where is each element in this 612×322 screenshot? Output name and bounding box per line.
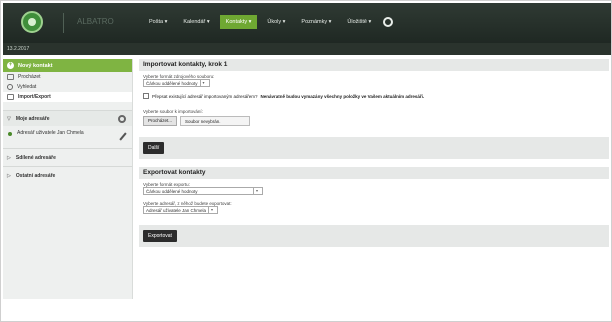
shared-books-header[interactable]: ▷ Sdílené adresáře xyxy=(3,148,132,166)
other-books-title: Ostatní adresáře xyxy=(15,172,56,179)
other-books-header[interactable]: ▷ Ostatní adresáře xyxy=(3,166,132,184)
import-action-bar: Další xyxy=(139,137,609,159)
sidebar-item-label: Procházet xyxy=(18,74,41,80)
main-nav: Pošta ▾ Kalendář ▾ Kontakty ▾ Úkoly ▾ Po… xyxy=(143,15,394,29)
address-book-label: Adresář uživatele Jan Chmela xyxy=(17,130,84,136)
replace-label: Přepsat existující adresář importovaným … xyxy=(152,93,258,99)
nav-contacts[interactable]: Kontakty ▾ xyxy=(219,15,258,29)
collapsed-triangle-icon: ▷ xyxy=(7,154,11,161)
new-contact-label: Nový kontakt xyxy=(18,62,53,69)
import-file-label: Vyberte soubor k importování: xyxy=(143,109,203,114)
app-frame: ALBATRO Pošta ▾ Kalendář ▾ Kontakty ▾ Úk… xyxy=(0,0,612,322)
file-status: Soubor nevybrán. xyxy=(180,116,251,126)
collapsed-triangle-icon: ▷ xyxy=(7,172,11,179)
gear-icon[interactable] xyxy=(383,17,394,27)
new-contact-button[interactable]: + Nový kontakt xyxy=(3,59,132,72)
nav-mail[interactable]: Pošta ▾ xyxy=(143,15,173,29)
import-title: Importovat kontakty, krok 1 xyxy=(139,59,609,71)
session-bar: 13.2.2017 xyxy=(3,43,611,55)
export-format-value: Čárkou oddělené hodnoty xyxy=(146,188,198,194)
sidebar: + Nový kontakt Procházet Vyhledat Import… xyxy=(3,59,133,299)
import-format-label: Vyberte formát zdrojového souboru: xyxy=(143,74,215,79)
export-format-select[interactable]: Čárkou oddělené hodnoty ▾ xyxy=(143,187,263,195)
chevron-down-icon: ▾ xyxy=(208,207,215,213)
my-books-title: Moje adresáře xyxy=(15,115,50,122)
next-button[interactable]: Další xyxy=(143,142,165,154)
nav-storage[interactable]: Úložiště ▾ xyxy=(341,15,377,29)
export-action-bar: Exportovat xyxy=(139,225,609,247)
logo-icon[interactable] xyxy=(21,11,43,33)
chevron-down-icon: ▾ xyxy=(199,80,207,86)
replace-warning: Nenávratně budou vymazány všechny položk… xyxy=(260,93,425,99)
my-books-header[interactable]: ▽ Moje adresáře xyxy=(3,110,132,126)
replace-checkbox[interactable] xyxy=(143,93,149,99)
shared-books-title: Sdílené adresáře xyxy=(15,154,56,161)
main-content: Importovat kontakty, krok 1 Vyberte form… xyxy=(139,59,609,299)
top-bar: ALBATRO Pošta ▾ Kalendář ▾ Kontakty ▾ Úk… xyxy=(3,3,611,43)
sidebar-item-import-export[interactable]: Import/Export xyxy=(3,92,132,102)
import-format-value: Čárkou oddělené hodnoty xyxy=(146,80,198,86)
expand-triangle-icon: ▽ xyxy=(7,115,11,122)
gear-icon[interactable] xyxy=(118,115,126,123)
file-row: Procházet... Soubor nevybrán. xyxy=(143,116,605,126)
nav-notes[interactable]: Poznámky ▾ xyxy=(295,15,337,29)
sidebar-item-browse[interactable]: Procházet xyxy=(3,72,132,82)
brand-name: ALBATRO xyxy=(77,17,114,26)
sidebar-item-label: Import/Export xyxy=(18,94,51,100)
search-icon xyxy=(7,84,13,90)
plus-icon: + xyxy=(7,62,14,69)
export-title: Exportovat kontakty xyxy=(139,167,609,179)
export-book-value: Adresář uživatele Jan Chmela xyxy=(146,207,207,213)
chevron-down-icon: ▾ xyxy=(253,188,260,194)
import-export-icon xyxy=(7,94,14,100)
export-button[interactable]: Exportovat xyxy=(143,230,177,242)
browse-button[interactable]: Procházet... xyxy=(143,116,178,126)
book-dot-icon xyxy=(8,132,12,136)
export-book-select[interactable]: Adresář uživatele Jan Chmela ▾ xyxy=(143,206,219,214)
import-format-select[interactable]: Čárkou oddělené hodnoty ▾ xyxy=(143,79,210,87)
import-panel: Vyberte formát zdrojového souboru: Čárko… xyxy=(139,71,609,137)
nav-calendar[interactable]: Kalendář ▾ xyxy=(177,15,215,29)
sidebar-item-search[interactable]: Vyhledat xyxy=(3,82,132,92)
nav-tasks[interactable]: Úkoly ▾ xyxy=(261,15,291,29)
address-book-item[interactable]: Adresář uživatele Jan Chmela xyxy=(3,126,132,148)
sidebar-item-label: Vyhledat xyxy=(17,84,37,90)
export-panel: Vyberte formát exportu: Čárkou oddělené … xyxy=(139,179,609,225)
logo-divider xyxy=(63,13,64,33)
pencil-icon[interactable] xyxy=(119,132,127,141)
browse-icon xyxy=(7,74,14,80)
replace-row: Přepsat existující adresář importovaným … xyxy=(143,93,605,99)
